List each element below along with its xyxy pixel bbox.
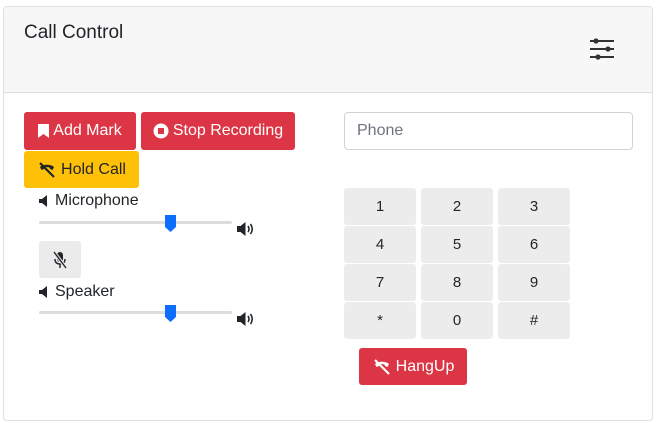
mute-microphone-button[interactable] <box>39 241 81 278</box>
page-title: Call Control <box>24 22 124 43</box>
slider-thumb[interactable] <box>165 305 176 322</box>
phone-input[interactable] <box>344 112 633 150</box>
dialpad-key[interactable]: 9 <box>498 264 570 301</box>
bookmark-icon <box>38 124 50 138</box>
settings-button[interactable] <box>588 37 616 61</box>
dialpad-key[interactable]: 6 <box>498 226 570 263</box>
speaker-label-text: Speaker <box>55 283 115 300</box>
stop-recording-label: Stop Recording <box>172 122 284 139</box>
speaker-label: Speaker <box>39 283 115 301</box>
microphone-volume-slider[interactable] <box>39 215 232 232</box>
microphone-label: Microphone <box>39 192 139 210</box>
phone-slash-icon <box>39 161 55 178</box>
hangup-label: HangUp <box>395 357 455 375</box>
sliders-icon <box>590 38 614 60</box>
dialpad-key[interactable]: 4 <box>344 226 416 263</box>
volume-icon <box>39 195 47 207</box>
dialpad-key[interactable]: 2 <box>421 188 493 225</box>
stop-recording-button[interactable]: Stop Recording <box>141 112 295 150</box>
dialpad-key[interactable]: 3 <box>498 188 570 225</box>
dialpad-key[interactable]: 0 <box>421 302 493 339</box>
volume-up-icon <box>237 312 254 326</box>
microphone-label-text: Microphone <box>55 192 139 209</box>
speaker-volume-slider[interactable] <box>39 305 232 322</box>
dialpad-key[interactable]: * <box>344 302 416 339</box>
dialpad-key[interactable]: 5 <box>421 226 493 263</box>
slider-thumb[interactable] <box>165 215 176 232</box>
hold-call-button[interactable]: Hold Call <box>24 151 139 188</box>
microphone-slash-icon <box>53 250 67 269</box>
slider-track <box>39 221 232 224</box>
card-header: Call Control <box>4 7 652 93</box>
slider-track <box>39 311 232 314</box>
volume-up-icon <box>237 222 254 236</box>
dialpad-key[interactable]: 8 <box>421 264 493 301</box>
dialpad-key[interactable]: # <box>498 302 570 339</box>
add-mark-label: Add Mark <box>53 122 122 139</box>
phone-slash-icon <box>373 358 390 375</box>
dialpad-key[interactable]: 7 <box>344 264 416 301</box>
hangup-button[interactable]: HangUp <box>359 348 467 385</box>
stop-circle-icon <box>153 123 169 139</box>
dialpad-key[interactable]: 1 <box>344 188 416 225</box>
volume-icon <box>39 286 47 298</box>
add-mark-button[interactable]: Add Mark <box>24 112 136 150</box>
hold-call-label: Hold Call <box>61 160 126 178</box>
